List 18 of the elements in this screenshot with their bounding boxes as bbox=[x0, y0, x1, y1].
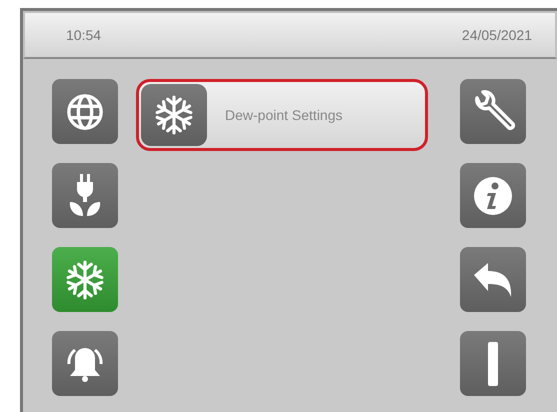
nav-button[interactable] bbox=[52, 331, 118, 396]
globe-icon bbox=[66, 92, 104, 130]
date-text: 24/05/2021 bbox=[462, 27, 532, 43]
tool-button[interactable] bbox=[460, 79, 526, 144]
snowflake-icon bbox=[153, 94, 195, 136]
tool-button[interactable] bbox=[460, 331, 526, 396]
nav-button[interactable] bbox=[52, 163, 118, 228]
tool-button[interactable] bbox=[460, 163, 526, 228]
plug-leaves-icon bbox=[68, 174, 102, 218]
info-icon bbox=[473, 176, 513, 216]
menu-item[interactable]: Dew-point Settings bbox=[136, 79, 428, 151]
snowflake-icon bbox=[64, 258, 106, 300]
nav-button[interactable] bbox=[52, 79, 118, 144]
power-bar-icon bbox=[487, 340, 499, 386]
back-arrow-icon bbox=[472, 262, 514, 298]
tool-button[interactable] bbox=[460, 247, 526, 312]
nav-button[interactable] bbox=[52, 247, 118, 312]
clock-time: 10:54 bbox=[66, 27, 102, 43]
